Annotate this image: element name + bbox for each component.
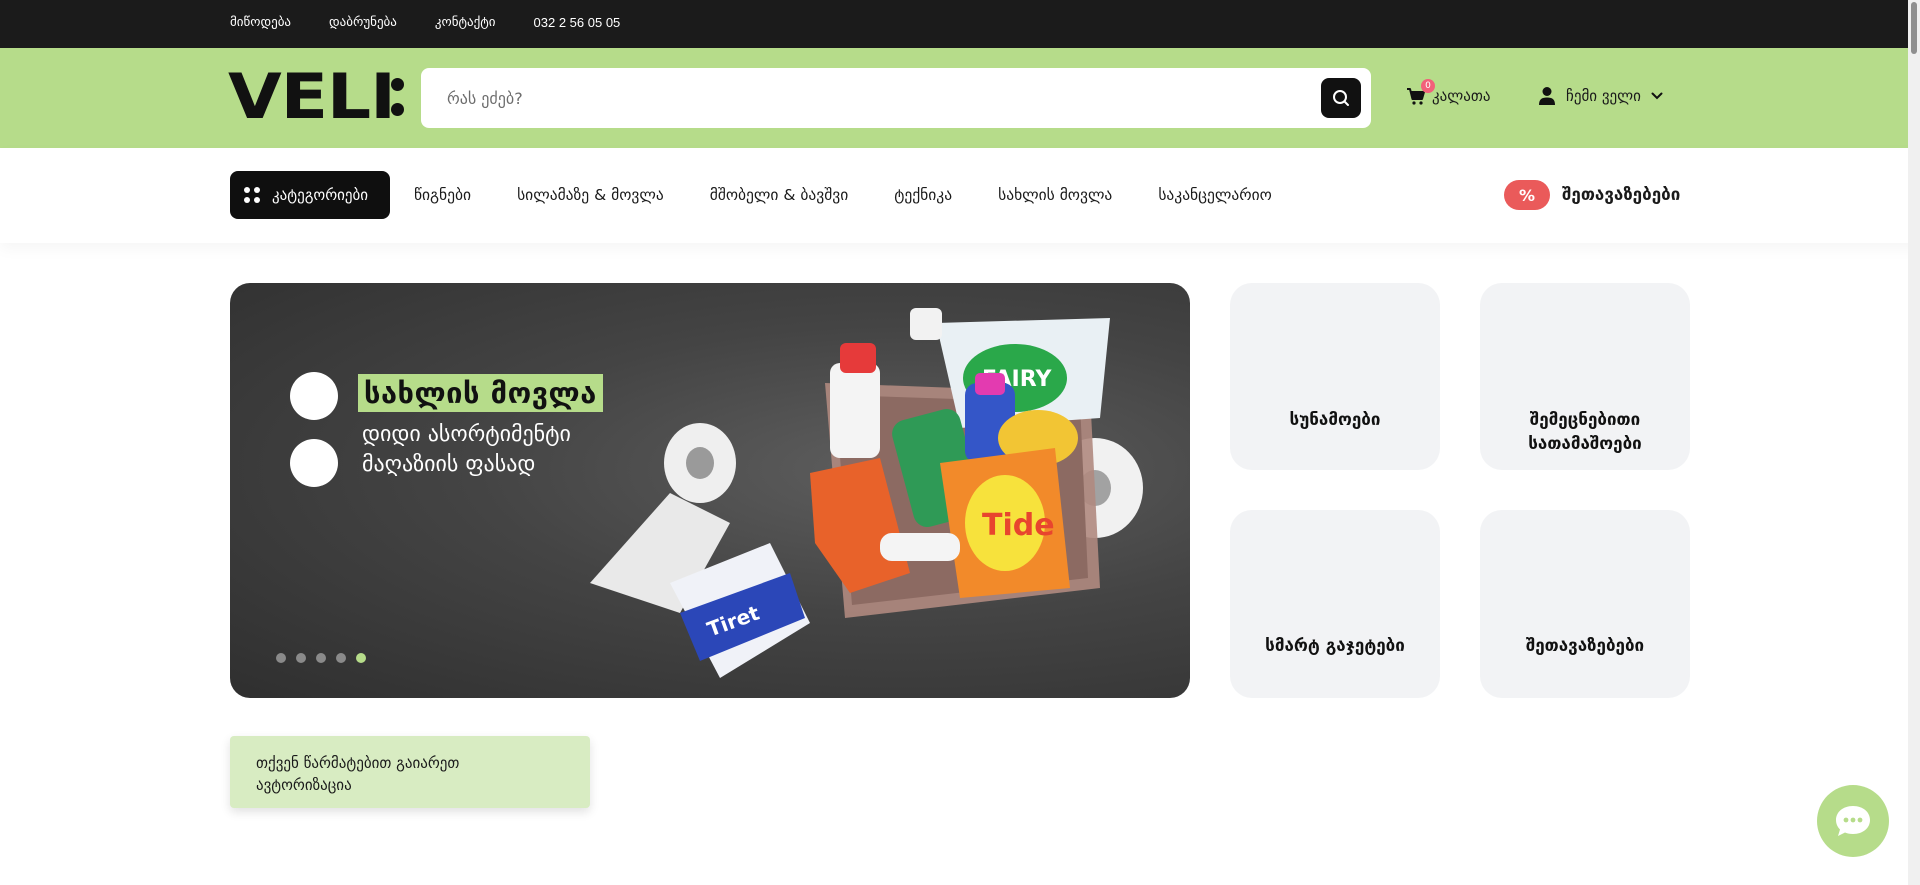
header: VELI 0 კალათა ჩემი ველი	[0, 48, 1920, 148]
hero-subtitle: დიდი ასორტიმენტი მაღაზიის ფასად	[362, 420, 571, 480]
account-menu[interactable]: ჩემი ველი	[1538, 86, 1663, 106]
percent-icon: %	[1504, 180, 1550, 210]
nav-item-stationery[interactable]: საკანცელარიო	[1158, 186, 1272, 204]
search-bar	[421, 68, 1371, 128]
slider-dot-active[interactable]	[356, 653, 366, 663]
tile-perfumes[interactable]: სუნამოები	[1230, 283, 1440, 470]
slider-dot[interactable]	[316, 653, 326, 663]
tile-smart-gadgets[interactable]: სმარტ გაჯეტები	[1230, 510, 1440, 698]
user-icon	[1539, 87, 1555, 105]
tile-label: სმარტ გაჯეტები	[1265, 636, 1405, 656]
chevron-down-icon	[1651, 92, 1663, 100]
hero-bullet-2	[290, 439, 338, 487]
deals-label: შეთავაზებები	[1562, 185, 1681, 205]
grid-icon	[244, 187, 260, 203]
nav-item-books[interactable]: წიგნები	[414, 186, 471, 204]
tile-deals[interactable]: შეთავაზებები	[1480, 510, 1690, 698]
top-link-contact[interactable]: კონტაქტი	[435, 15, 496, 30]
hero-title: სახლის მოვლა	[358, 374, 603, 412]
top-bar: მიწოდება დაბრუნება კონტაქტი 032 2 56 05 …	[0, 0, 1920, 48]
slider-dot[interactable]	[276, 653, 286, 663]
tile-label: შემეცნებითი სათამაშოები	[1528, 410, 1642, 454]
nav-item-home-care[interactable]: სახლის მოვლა	[998, 186, 1112, 204]
hero-subtitle-line-2: მაღაზიის ფასად	[362, 452, 536, 477]
hero-subtitle-line-1: დიდი ასორტიმენტი	[362, 422, 571, 447]
page-scrollbar[interactable]	[1908, 0, 1920, 885]
svg-text:Tide: Tide	[982, 508, 1055, 543]
slider-dot[interactable]	[336, 653, 346, 663]
cart-label: კალათა	[1432, 87, 1491, 105]
top-link-returns[interactable]: დაბრუნება	[329, 15, 397, 30]
phone-number[interactable]: 032 2 56 05 05	[534, 15, 621, 30]
search-icon	[1333, 90, 1349, 106]
cart-count-badge: 0	[1421, 79, 1435, 93]
logo-text: VELI	[228, 60, 396, 133]
auth-success-toast: თქვენ წარმატებით გაიარეთ ავტორიზაცია	[230, 736, 590, 808]
hero-product-image: FAIRY Tide Tiret	[590, 308, 1143, 678]
search-input[interactable]	[447, 82, 1267, 114]
deals-link[interactable]: % შეთავაზებები	[1504, 180, 1680, 210]
top-link-delivery[interactable]: მიწოდება	[230, 15, 291, 30]
nav-item-parent-child[interactable]: მშობელი & ბავშვი	[710, 186, 849, 204]
categories-button[interactable]: კატეგორიები	[230, 171, 390, 219]
tile-label: შეთავაზებები	[1525, 636, 1645, 656]
logo[interactable]: VELI	[228, 60, 404, 133]
cart-button[interactable]: 0 კალათა	[1406, 79, 1491, 106]
nav-item-beauty[interactable]: სილამაზე & მოვლა	[517, 186, 664, 204]
toast-line-1: თქვენ წარმატებით გაიარეთ	[256, 754, 460, 772]
account-label: ჩემი ველი	[1566, 87, 1641, 105]
chat-button[interactable]	[1817, 785, 1889, 857]
toast-line-2: ავტორიზაცია	[256, 776, 352, 794]
slider-dot[interactable]	[296, 653, 306, 663]
top-links: მიწოდება დაბრუნება კონტაქტი 032 2 56 05 …	[230, 15, 620, 30]
search-button[interactable]	[1321, 78, 1361, 118]
hero-bullet-1	[290, 372, 338, 420]
scrollbar-thumb[interactable]	[1911, 2, 1917, 54]
categories-label: კატეგორიები	[272, 186, 369, 204]
main-nav: კატეგორიები წიგნები სილამაზე & მოვლა მშო…	[0, 148, 1920, 243]
chat-icon	[1836, 806, 1870, 836]
cart-icon: 0	[1406, 79, 1435, 106]
slider-dots	[276, 653, 366, 663]
tile-label: სუნამოები	[1289, 410, 1381, 430]
hero-banner[interactable]: FAIRY Tide Tiret სახლის მოვლა დიდი ასორტ…	[230, 283, 1190, 698]
nav-item-tech[interactable]: ტექნიკა	[894, 186, 952, 204]
nav-links: წიგნები სილამაზე & მოვლა მშობელი & ბავშვ…	[414, 186, 1318, 204]
tile-educational-toys[interactable]: შემეცნებითი სათამაშოები	[1480, 283, 1690, 470]
